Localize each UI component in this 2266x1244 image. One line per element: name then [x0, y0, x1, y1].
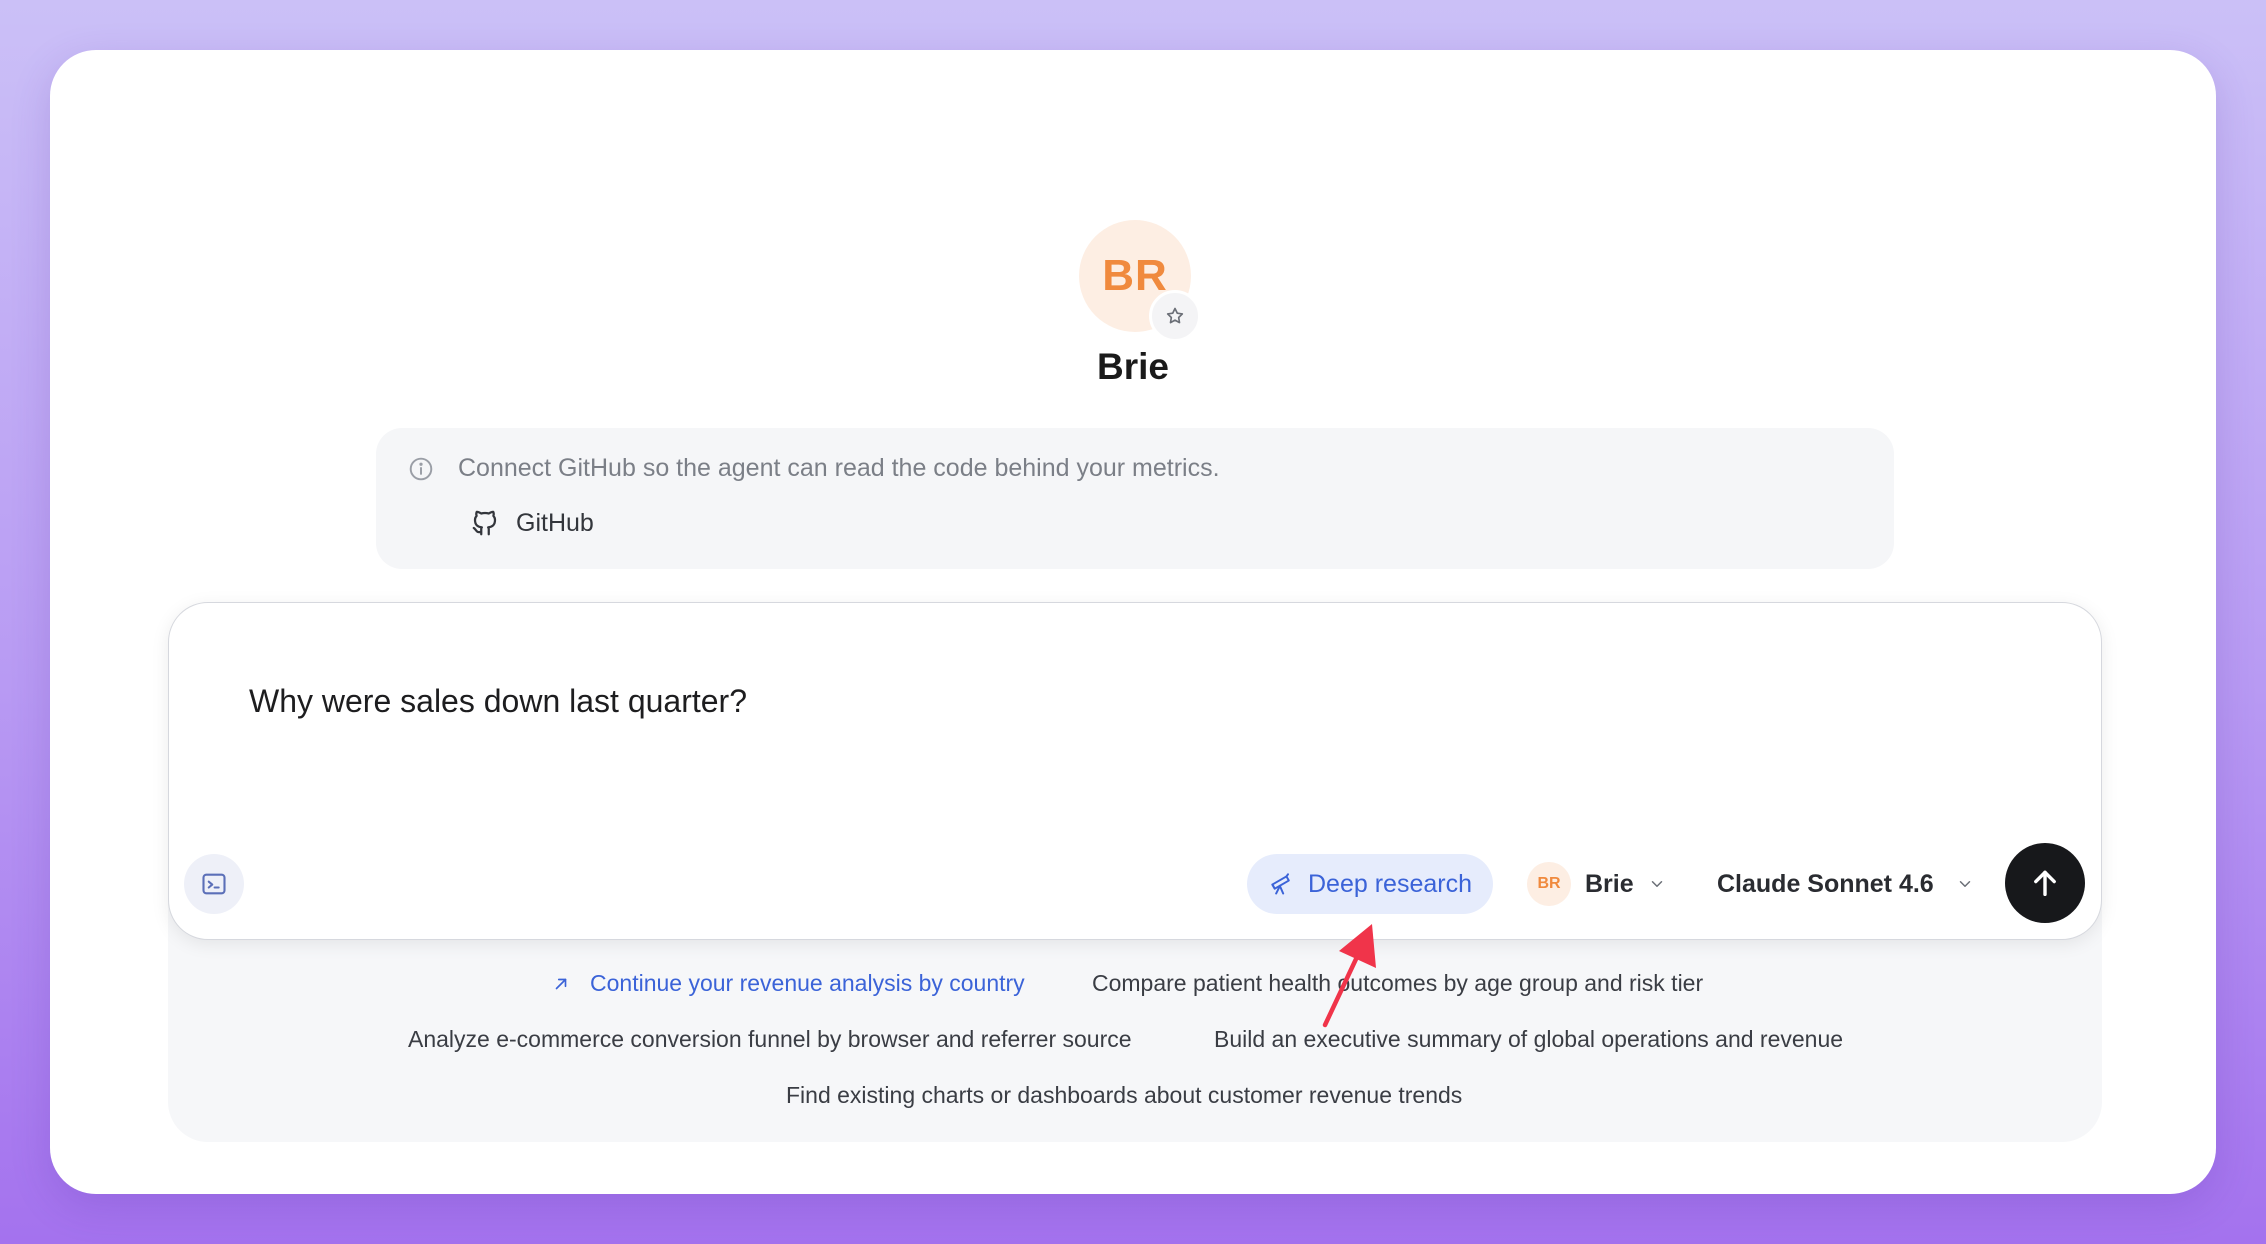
chevron-down-icon: [1959, 881, 1970, 887]
suggestion-executive-summary[interactable]: Build an executive summary of global ope…: [1214, 1026, 1843, 1053]
telescope-icon: [1271, 873, 1290, 895]
agent-select-dropdown[interactable]: BR Brie: [1527, 854, 1666, 914]
chevron-down-icon: [1651, 881, 1662, 887]
model-select-dropdown[interactable]: Claude Sonnet 4.6: [1717, 854, 1974, 914]
deep-research-button[interactable]: Deep research: [1247, 854, 1493, 914]
suggestion-continue-analysis[interactable]: Continue your revenue analysis by countr…: [552, 970, 1025, 997]
terminal-icon: [202, 873, 226, 895]
prompt-input[interactable]: Why were sales down last quarter?: [249, 683, 747, 720]
github-icon: [472, 510, 497, 536]
terminal-button[interactable]: [184, 854, 244, 914]
model-label: Claude Sonnet 4.6: [1717, 869, 1934, 898]
agent-select-avatar: BR: [1527, 862, 1571, 906]
deep-research-label: Deep research: [1308, 869, 1472, 898]
send-button[interactable]: [2005, 843, 2085, 923]
connect-github-notice: Connect GitHub so the agent can read the…: [376, 428, 1894, 569]
suggestion-find-charts[interactable]: Find existing charts or dashboards about…: [786, 1082, 1462, 1109]
agent-avatar-initials: BR: [1102, 251, 1168, 300]
github-connect-button[interactable]: GitHub: [470, 508, 594, 538]
agent-select-label: Brie: [1585, 869, 1634, 898]
suggestion-continue-label: Continue your revenue analysis by countr…: [590, 970, 1025, 996]
arrow-up-icon: [2034, 870, 2056, 897]
notice-text: Connect GitHub so the agent can read the…: [458, 454, 1220, 482]
favorite-star-button[interactable]: [1149, 290, 1201, 342]
arrow-up-right-icon: [555, 978, 567, 989]
github-label: GitHub: [516, 508, 594, 537]
info-icon: [408, 456, 434, 487]
star-icon: [1166, 307, 1184, 324]
agent-name: Brie: [1097, 346, 1169, 387]
suggestion-ecommerce-funnel[interactable]: Analyze e-commerce conversion funnel by …: [408, 1026, 1132, 1053]
chat-composer[interactable]: Why were sales down last quarter? Deep r…: [168, 602, 2102, 940]
suggestion-patient-outcomes[interactable]: Compare patient health outcomes by age g…: [1092, 970, 1703, 997]
